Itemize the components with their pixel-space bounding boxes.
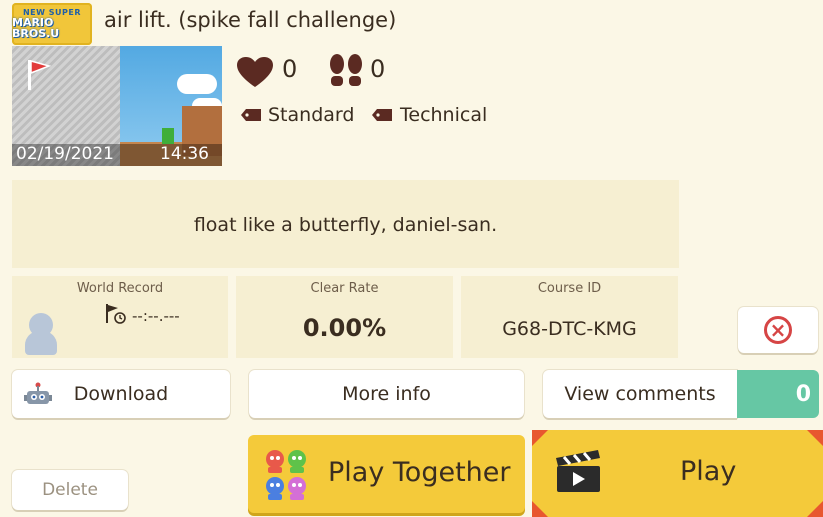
- likes-count: 0: [282, 55, 298, 83]
- view-comments-button[interactable]: View comments: [543, 370, 737, 418]
- delete-button[interactable]: Delete: [12, 470, 128, 510]
- tag-technical: Technical: [400, 104, 488, 126]
- clear-rate-panel: Clear Rate 0.00%: [236, 276, 453, 358]
- play-together-label: Play Together: [328, 457, 511, 488]
- delete-label: Delete: [42, 480, 98, 500]
- course-id-value: G68-DTC-KMG: [502, 318, 637, 340]
- tag-standard: Standard: [268, 104, 355, 126]
- game-logo-line2: MARIO BROS.U: [12, 16, 60, 40]
- game-style-logo: NEW SUPER MARIO BROS.U: [12, 3, 92, 45]
- tag-icon: [241, 109, 261, 121]
- footprints-icon: [330, 54, 362, 86]
- clapperboard-icon: [556, 450, 600, 492]
- course-id-panel: Course ID G68-DTC-KMG: [461, 276, 678, 358]
- clear-rate-label: Clear Rate: [310, 281, 379, 296]
- download-label: Download: [73, 383, 169, 405]
- more-info-label: More info: [342, 383, 431, 405]
- close-button[interactable]: ×: [738, 307, 818, 353]
- more-info-button[interactable]: More info: [249, 370, 524, 418]
- world-record-label: World Record: [76, 281, 164, 296]
- clear-rate-value: 0.00%: [302, 314, 387, 342]
- comments-count-badge[interactable]: 0: [737, 370, 819, 418]
- play-button[interactable]: Play: [532, 430, 823, 517]
- plays-count: 0: [370, 55, 386, 83]
- view-comments-label: View comments: [564, 383, 716, 405]
- play-label: Play: [680, 456, 737, 487]
- course-description: float like a butterfly, daniel-san.: [193, 214, 498, 236]
- avatar-body: [25, 331, 57, 355]
- multiplayer-icon: [266, 450, 306, 500]
- course-title: air lift. (spike fall challenge): [104, 8, 397, 32]
- start-flag-icon: [28, 60, 52, 90]
- download-button[interactable]: Download: [12, 370, 230, 418]
- heart-icon: [237, 57, 273, 87]
- course-id-label: Course ID: [537, 281, 602, 296]
- robot-icon: [24, 382, 52, 404]
- upload-time: 14:36: [160, 144, 209, 164]
- upload-date: 02/19/2021: [16, 144, 114, 164]
- play-together-button[interactable]: Play Together: [248, 435, 525, 513]
- goal-timer-icon: [106, 304, 126, 324]
- close-icon: ×: [764, 316, 792, 344]
- world-record-time: --:--.---: [132, 307, 180, 325]
- tag-icon: [372, 109, 392, 121]
